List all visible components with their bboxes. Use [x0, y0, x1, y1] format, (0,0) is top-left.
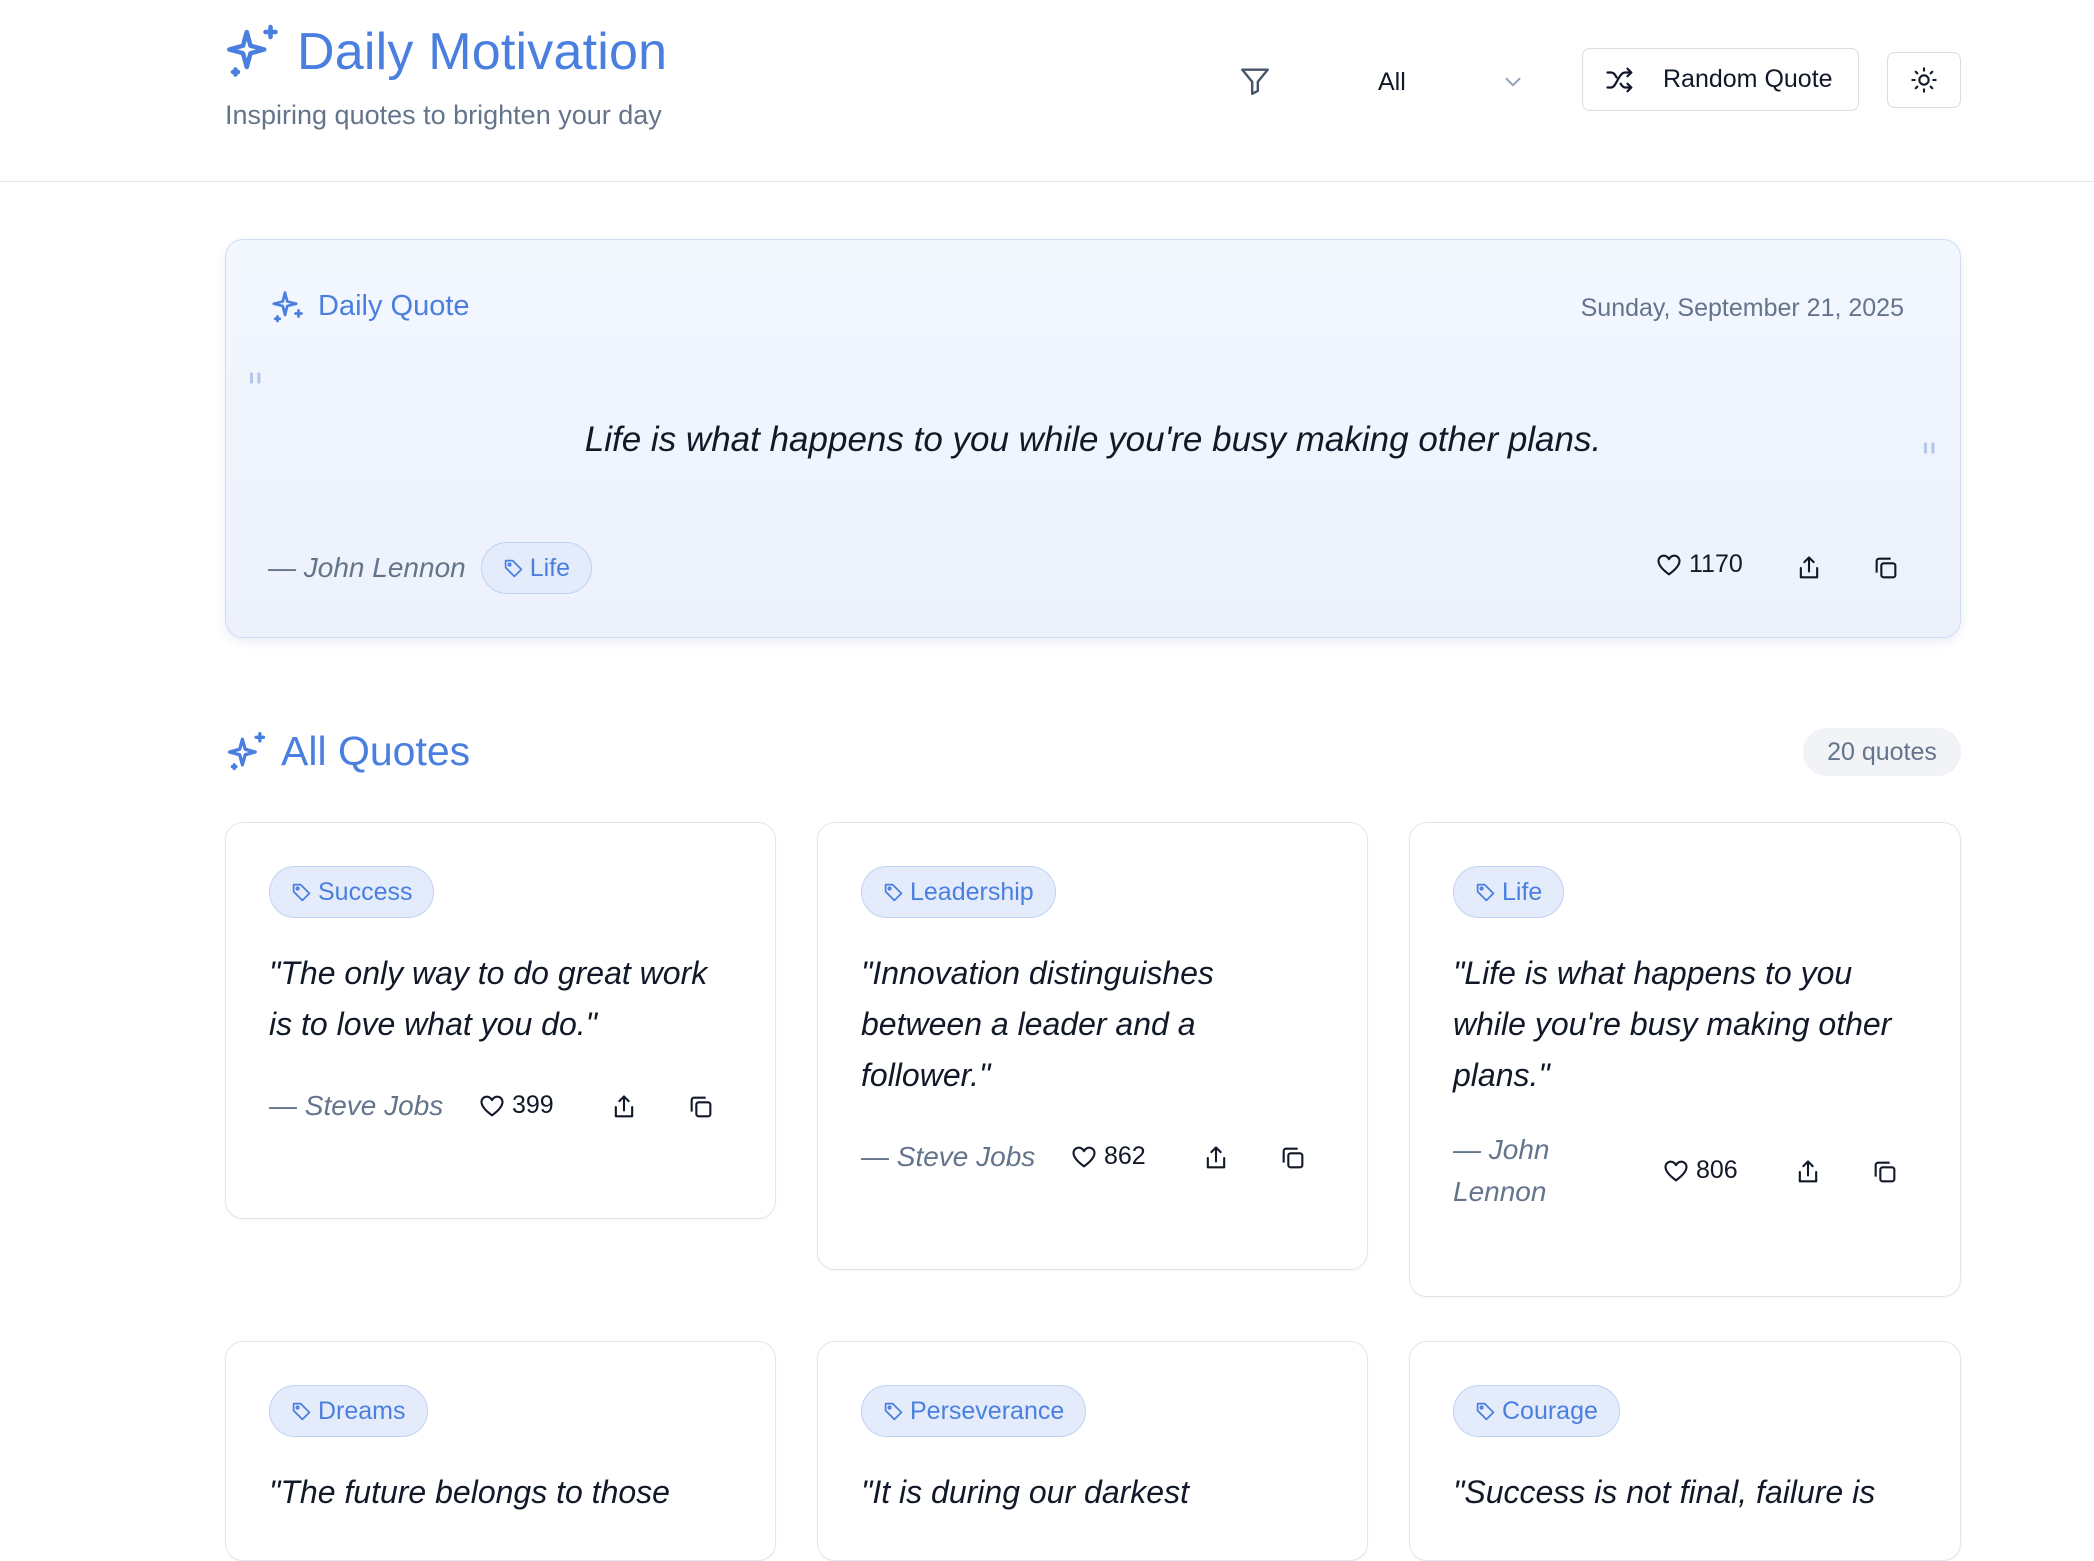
random-quote-label: Random Quote: [1663, 65, 1833, 93]
heart-icon: [480, 1095, 504, 1116]
daily-quote-text: Life is what happens to you while you're…: [584, 420, 1602, 459]
like-count: 399: [512, 1091, 554, 1119]
tag-icon: [1476, 1402, 1495, 1420]
like-button[interactable]: 862: [1070, 1142, 1146, 1171]
quote-tag-label: Life: [1502, 877, 1543, 906]
shuffle-icon: [1606, 67, 1633, 92]
quote-card: Success "The only way to do great work i…: [225, 822, 776, 1219]
app-subtitle: Inspiring quotes to brighten your day: [225, 100, 662, 130]
quote-card: Life "Life is what happens to you while …: [1409, 822, 1961, 1297]
quote-text: "The future belongs to those: [269, 1474, 670, 1510]
quote-tag[interactable]: Life: [1453, 866, 1565, 918]
quote-author: — Steve Jobs: [861, 1141, 1036, 1172]
quote-text: "It is during our darkest: [861, 1474, 1189, 1510]
quote-tag-label: Perseverance: [910, 1396, 1065, 1425]
daily-share-button[interactable]: [1792, 551, 1826, 585]
quote-tag[interactable]: Leadership: [861, 866, 1056, 918]
tag-icon: [292, 883, 311, 901]
quote-tag[interactable]: Courage: [1453, 1385, 1620, 1437]
copy-button[interactable]: [684, 1090, 718, 1124]
daily-quote-title: Daily Quote: [318, 289, 470, 322]
quote-card: Perseverance "It is during our darkest: [817, 1341, 1368, 1561]
heart-icon: [1664, 1160, 1688, 1181]
all-quotes-title: All Quotes: [281, 728, 471, 774]
daily-quote-tag[interactable]: Life: [480, 542, 593, 594]
brand: Daily Motivation: [223, 22, 667, 82]
quote-text: "Innovation distinguishes between a lead…: [861, 955, 1214, 1093]
heart-icon: [1657, 554, 1681, 575]
quote-tag-label: Courage: [1502, 1396, 1598, 1425]
quote-tag[interactable]: Perseverance: [861, 1385, 1087, 1437]
all-quotes-heading: All Quotes: [225, 728, 470, 775]
copy-icon: [690, 1096, 712, 1118]
share-button[interactable]: [607, 1090, 641, 1124]
like-count: 862: [1104, 1142, 1146, 1170]
sparkles-icon: [272, 291, 303, 323]
sun-icon: [1911, 67, 1937, 93]
quote-count-badge: 20 quotes: [1803, 728, 1961, 776]
sparkles-icon: [227, 731, 266, 770]
copy-icon: [1875, 557, 1897, 579]
copy-button[interactable]: [1276, 1141, 1310, 1175]
category-select-value: All: [1378, 67, 1406, 96]
like-count: 806: [1696, 1156, 1738, 1184]
quote-card: Dreams "The future belongs to those: [225, 1341, 776, 1561]
quote-text: "The only way to do great work is to lov…: [269, 955, 708, 1042]
open-quote-mark-icon: ": [246, 366, 265, 412]
tag-icon: [1476, 883, 1495, 901]
quote-tag[interactable]: Success: [269, 866, 435, 918]
share-button[interactable]: [1199, 1141, 1233, 1175]
share-icon: [1799, 556, 1819, 579]
random-quote-button[interactable]: Random Quote: [1582, 48, 1859, 111]
daily-like-button[interactable]: 1170: [1655, 550, 1743, 579]
quote-text: "Life is what happens to you while you'r…: [1453, 955, 1892, 1093]
tag-icon: [884, 883, 903, 901]
daily-like-count: 1170: [1689, 550, 1743, 578]
sparkles-icon: [227, 24, 278, 77]
theme-toggle-button[interactable]: [1887, 52, 1961, 108]
app-header: Daily Motivation Inspiring quotes to bri…: [0, 0, 2094, 182]
quote-card: Leadership "Innovation distinguishes bet…: [817, 822, 1368, 1270]
copy-icon: [1874, 1161, 1896, 1183]
daily-quote-tag-label: Life: [529, 553, 571, 582]
tag-icon: [504, 559, 522, 577]
quote-card: Courage "Success is not final, failure i…: [1409, 1341, 1961, 1561]
heart-icon: [1072, 1146, 1096, 1167]
share-icon: [614, 1095, 634, 1118]
quote-tag[interactable]: Dreams: [269, 1385, 428, 1437]
share-icon: [1206, 1146, 1226, 1169]
tag-icon: [292, 1402, 311, 1420]
like-button[interactable]: 806: [1662, 1156, 1738, 1185]
app-title: Daily Motivation: [297, 23, 668, 81]
filter-icon: [1241, 68, 1269, 95]
daily-quote-author: — John Lennon: [268, 552, 466, 583]
tag-icon: [884, 1402, 903, 1420]
quote-author: — John Lennon: [1453, 1134, 1550, 1207]
daily-quote-label: Daily Quote: [270, 288, 470, 324]
quote-author: — Steve Jobs: [269, 1090, 444, 1121]
share-icon: [1798, 1160, 1818, 1183]
like-button[interactable]: 399: [478, 1091, 554, 1120]
category-select[interactable]: All: [1360, 54, 1532, 110]
share-button[interactable]: [1791, 1155, 1825, 1189]
copy-icon: [1282, 1147, 1304, 1169]
copy-button[interactable]: [1868, 1155, 1902, 1189]
quote-tag-label: Dreams: [318, 1396, 406, 1425]
daily-quote-footer: — John Lennon Life: [268, 542, 593, 594]
quote-text: "Success is not final, failure is: [1453, 1474, 1876, 1510]
chevron-down-icon: [1505, 77, 1521, 87]
daily-quote-date: Sunday, September 21, 2025: [1580, 294, 1904, 322]
daily-copy-button[interactable]: [1869, 551, 1903, 585]
quote-tag-label: Leadership: [910, 877, 1034, 906]
quote-tag-label: Success: [318, 877, 413, 906]
